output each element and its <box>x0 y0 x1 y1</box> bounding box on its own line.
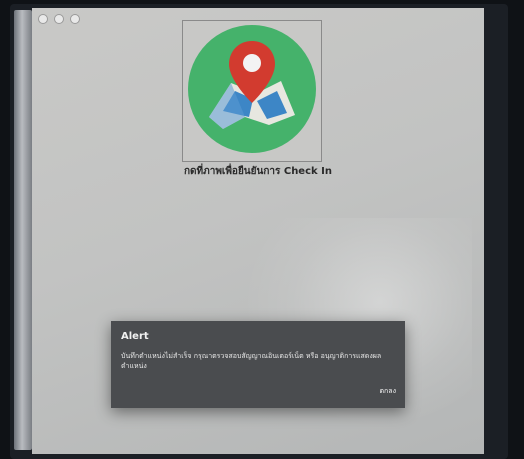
window-controls <box>38 14 80 24</box>
checkin-map-button[interactable] <box>182 20 322 162</box>
map-location-pin-icon <box>188 25 316 153</box>
checkin-caption: กดที่ภาพเพื่อยืนยันการ Check In <box>183 166 332 177</box>
alert-dialog: Alert บันทึกตำแหน่งไม่สำเร็จ กรุณาตรวจสอ… <box>111 321 405 408</box>
alert-message: บันทึกตำแหน่งไม่สำเร็จ กรุณาตรวจสอบสัญญา… <box>121 352 382 370</box>
window-minimize-button[interactable] <box>54 14 64 24</box>
window-close-button[interactable] <box>38 14 48 24</box>
alert-ok-button[interactable]: ตกลง <box>377 385 400 398</box>
app-screen: กดที่ภาพเพื่อยืนยันการ Check In Alert บั… <box>32 8 484 454</box>
alert-title: Alert <box>121 331 149 342</box>
monitor-frame-edge <box>14 10 32 450</box>
window-maximize-button[interactable] <box>70 14 80 24</box>
